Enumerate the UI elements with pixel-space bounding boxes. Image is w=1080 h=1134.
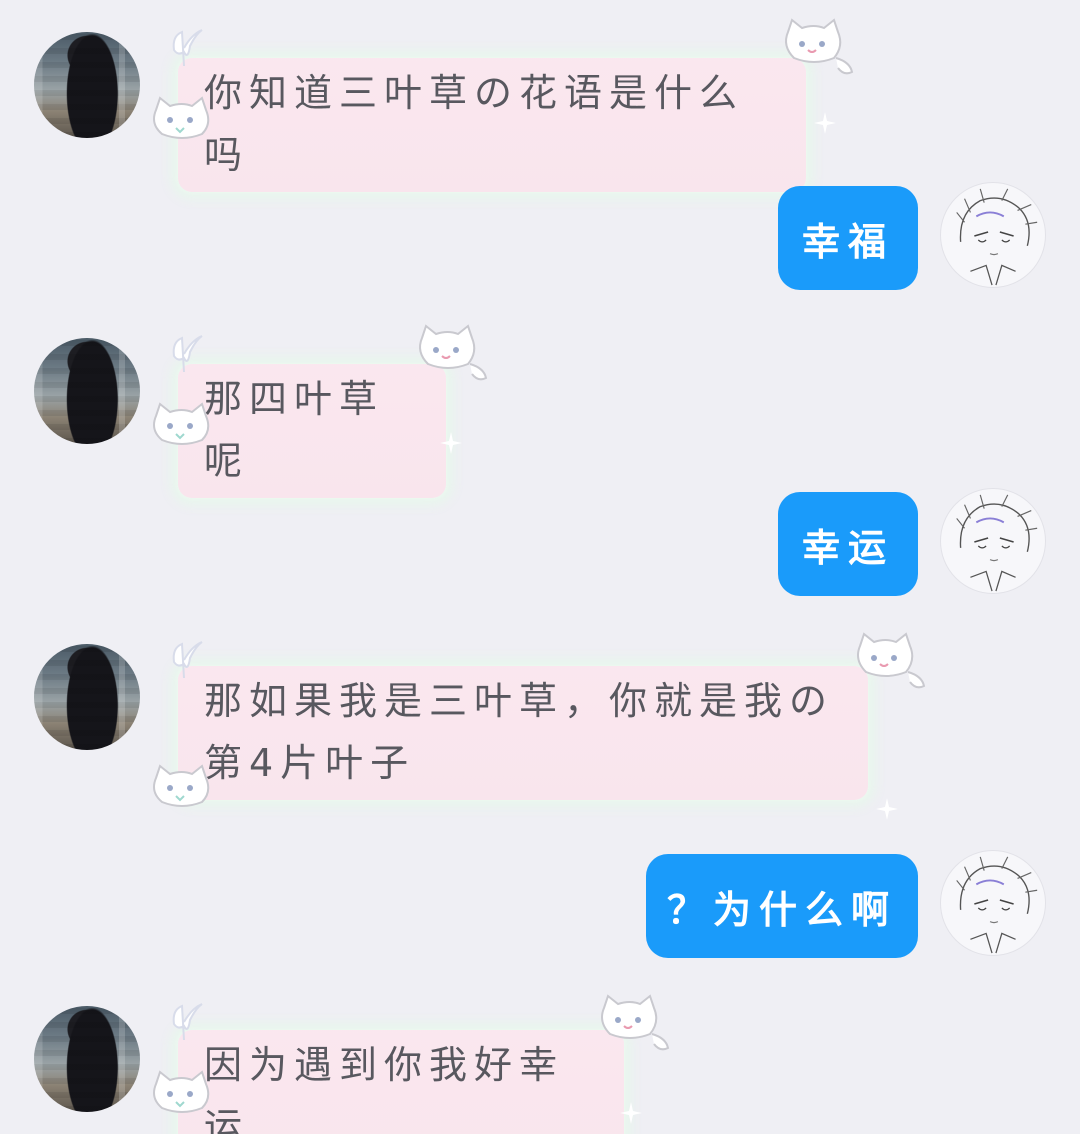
butterfly-icon — [166, 1000, 206, 1044]
message-text: ？为什么啊 — [666, 887, 897, 932]
outgoing-avatar[interactable] — [940, 850, 1046, 956]
incoming-message-bubble[interactable]: 那如果我是三叶草，你就是我の第4片叶子 — [178, 666, 868, 800]
outgoing-avatar[interactable] — [940, 488, 1046, 594]
cat-sticker-icon — [596, 992, 672, 1056]
incoming-message-bubble[interactable]: 因为遇到你我好幸运 — [178, 1030, 624, 1134]
cat-sticker-icon — [150, 94, 218, 146]
message-text: 那如果我是三叶草，你就是我の第4片叶子 — [204, 679, 835, 785]
outgoing-message-bubble[interactable]: ？为什么啊 — [646, 854, 918, 958]
cat-sticker-icon — [852, 630, 928, 694]
incoming-avatar[interactable] — [34, 32, 140, 138]
incoming-avatar[interactable] — [34, 644, 140, 750]
cat-sticker-icon — [150, 1068, 218, 1120]
outgoing-avatar[interactable] — [940, 182, 1046, 288]
cat-sticker-icon — [150, 762, 218, 814]
incoming-message-bubble[interactable]: 你知道三叶草の花语是什么吗 — [178, 58, 806, 192]
outgoing-message-bubble[interactable]: 幸福 — [778, 186, 918, 290]
cat-sticker-icon — [414, 322, 490, 386]
cat-sticker-icon — [150, 400, 218, 452]
sparkle-icon — [814, 112, 836, 134]
butterfly-icon — [166, 26, 206, 70]
message-text: 那四叶草呢 — [204, 377, 385, 483]
message-text: 幸运 — [801, 525, 894, 570]
incoming-avatar[interactable] — [34, 1006, 140, 1112]
outgoing-message-bubble[interactable]: 幸运 — [778, 492, 918, 596]
butterfly-icon — [166, 332, 206, 376]
incoming-avatar[interactable] — [34, 338, 140, 444]
cat-sticker-icon — [780, 16, 856, 80]
message-text: 幸福 — [801, 219, 894, 264]
chat-thread: 你知道三叶草の花语是什么吗 幸福 那四叶草呢 幸运 那如果我是三叶草，你就是我の… — [0, 0, 1080, 1134]
sparkle-icon — [620, 1102, 642, 1124]
message-text: 因为遇到你我好幸运 — [204, 1043, 565, 1134]
incoming-message-bubble[interactable]: 那四叶草呢 — [178, 364, 446, 498]
sparkle-icon — [876, 798, 898, 820]
sparkle-icon — [440, 432, 462, 454]
butterfly-icon — [166, 638, 206, 682]
message-text: 你知道三叶草の花语是什么吗 — [204, 71, 745, 177]
